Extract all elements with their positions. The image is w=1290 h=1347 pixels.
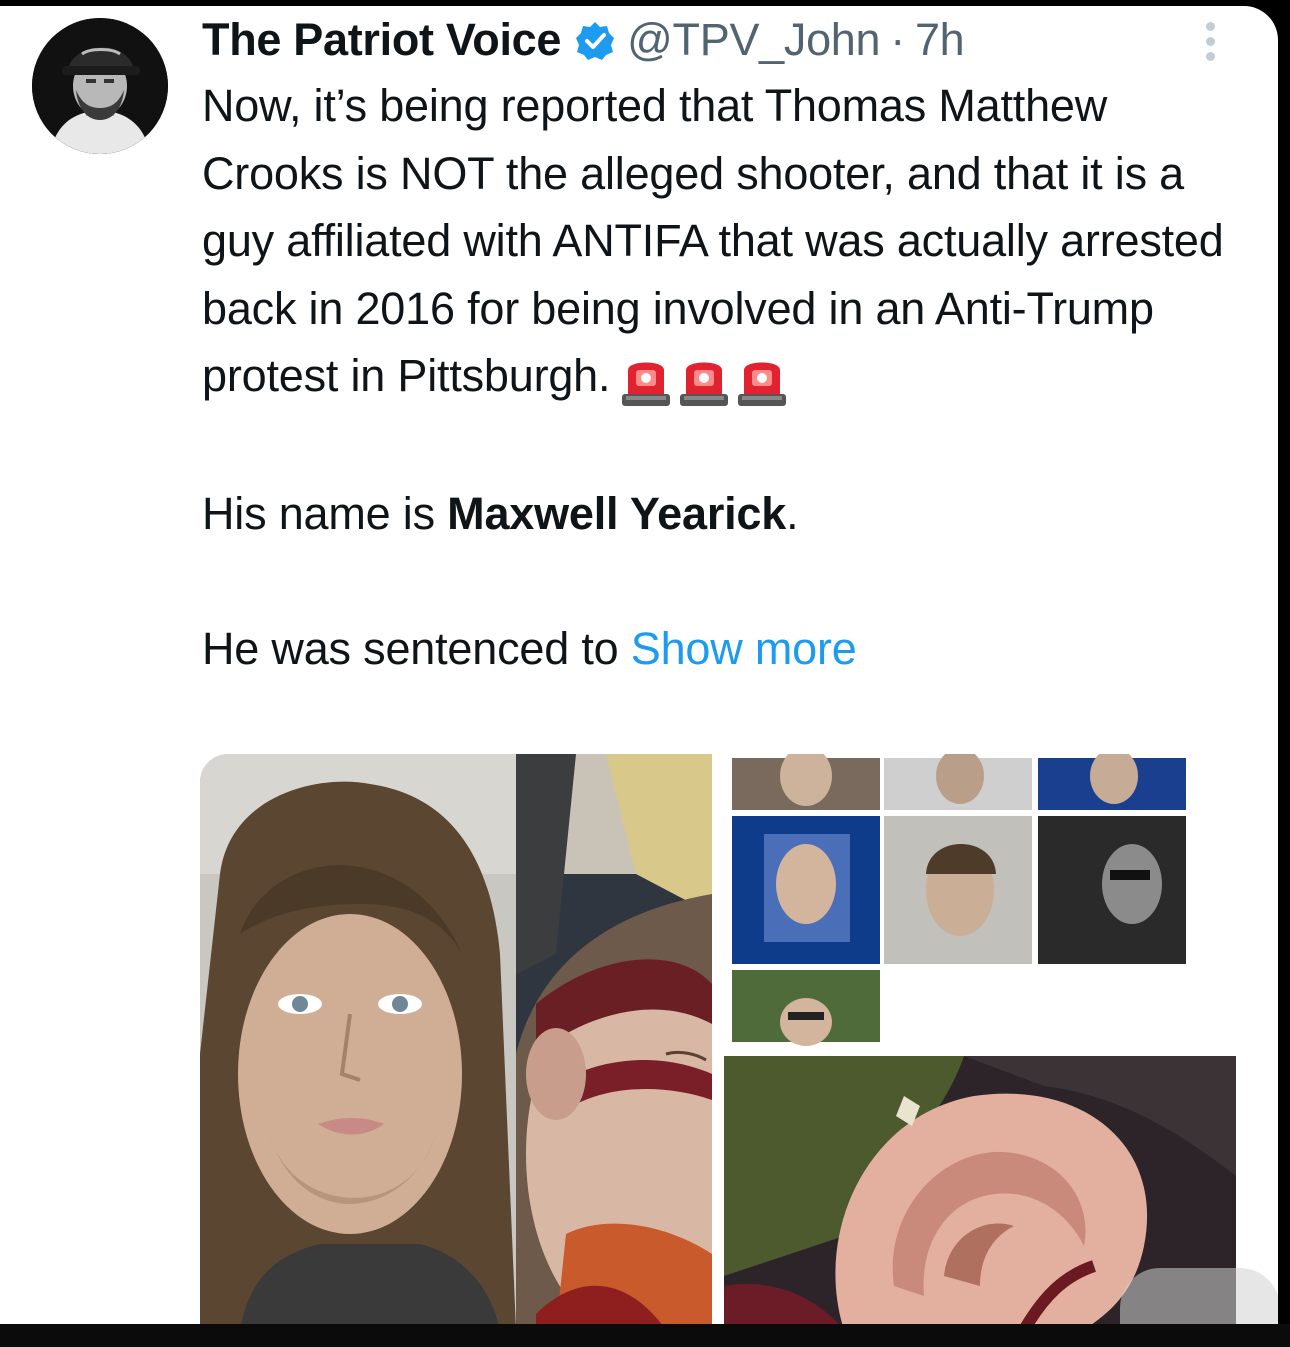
highlighted-name: Maxwell Yearick [447,488,787,540]
tweet-media-grid [200,754,1236,1324]
paragraph-2-prefix: His name is [202,488,448,540]
police-light-icon [738,362,787,407]
author-handle[interactable]: @TPV_John [627,14,880,66]
tweet-paragraph-1: Now, it’s being reported that Thomas Mat… [202,72,1252,413]
avatar-image [32,18,168,154]
paragraph-3-text: He was sentenced to [202,623,619,675]
tweet-paragraph-2: His name is Maxwell Yearick. [202,480,1252,548]
tweet-header: The Patriot Voice @TPV_John · 7h [202,12,965,68]
police-light-icon [622,362,671,407]
show-more-link[interactable]: Show more [631,623,857,674]
header-separator: · [890,14,905,65]
scroll-to-top-button[interactable] [1120,1268,1278,1324]
paragraph-2-suffix: . [786,488,799,540]
tweet-timestamp[interactable]: 7h [915,14,965,66]
police-light-emojis [620,345,794,413]
screen-bottom-bar [0,1324,1290,1347]
tweet-body: Now, it’s being reported that Thomas Mat… [202,72,1252,683]
tweet-paragraph-3: He was sentenced to Show more [202,615,1252,683]
mugshot-photo[interactable] [200,754,516,1324]
more-options-icon[interactable] [1200,22,1220,66]
tweet-spacer [202,548,1252,616]
police-light-icon [680,362,729,407]
search-results-collage[interactable] [712,754,1236,1050]
injured-man-photo[interactable] [516,754,712,1324]
author-display-name[interactable]: The Patriot Voice [202,14,561,66]
verified-badge-icon [575,20,615,60]
author-avatar[interactable] [32,18,168,154]
tweet-spacer [202,413,1252,481]
tweet-card[interactable]: The Patriot Voice @TPV_John · 7h Now, it… [0,6,1278,1324]
